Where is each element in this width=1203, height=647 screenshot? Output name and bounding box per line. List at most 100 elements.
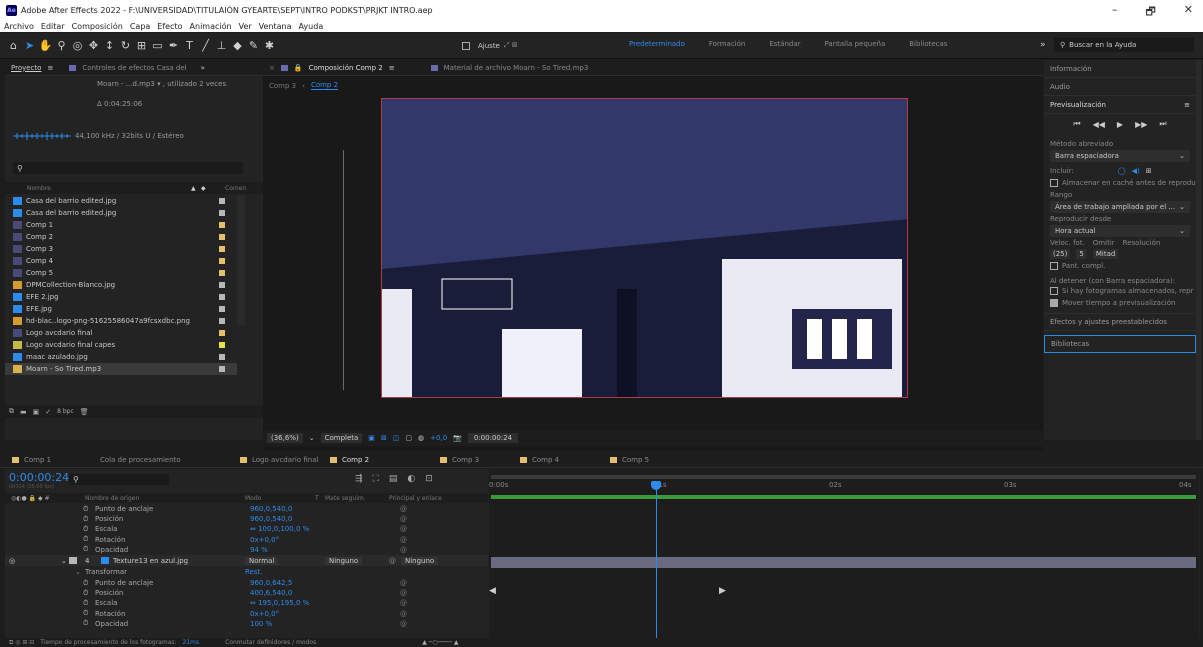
audio-panel-header[interactable]: Audio [1044, 78, 1196, 96]
composition-tab[interactable]: Composición Comp 2 [309, 64, 383, 72]
property-value[interactable]: 400,6,540,0 [250, 589, 292, 597]
exposure-value[interactable]: +0,0 [430, 434, 447, 442]
first-frame-icon[interactable]: ⏮ [1073, 119, 1080, 129]
shortcut-dropdown[interactable]: Barra espaciadora ⌄ [1050, 150, 1190, 162]
channel-icon[interactable]: ◍ [418, 434, 424, 442]
breadcrumb-current[interactable]: Comp 2 [310, 81, 339, 90]
project-scrollbar[interactable] [237, 195, 245, 325]
col-t[interactable]: T [315, 495, 319, 502]
keyframe-prev-icon[interactable]: ◀ [489, 586, 496, 596]
puppet-tool-icon[interactable]: ✱ [262, 39, 277, 52]
status-icons[interactable]: ⧉ ◎ ⊞ ⊟ [9, 639, 34, 647]
layer-name[interactable]: Texture13 en azul.jpg [113, 557, 188, 565]
timeline-tab[interactable]: Comp 1 [12, 456, 51, 464]
workspace-predeterminado[interactable]: Predeterminado [629, 40, 685, 48]
menu-editar[interactable]: Editar [41, 22, 65, 31]
fps-dropdown[interactable]: (25) [1050, 249, 1071, 259]
menu-animacion[interactable]: Animación [190, 22, 232, 31]
workspace-formacion[interactable]: Formación [709, 40, 745, 48]
col-parent[interactable]: Principal y enlace [389, 495, 442, 502]
label-color-chip[interactable] [219, 354, 225, 360]
region-icon[interactable]: ▢ [405, 434, 412, 442]
timeline-tab[interactable]: Logo avcdario final [240, 456, 318, 464]
new-folder-icon[interactable]: ▬ [20, 408, 27, 416]
include-audio-icon[interactable]: ◀) [1132, 167, 1140, 175]
property-value[interactable]: 960,0,642,5 [250, 579, 292, 587]
expand-icon[interactable]: ⌄ [61, 557, 67, 565]
label-color-chip[interactable] [219, 258, 225, 264]
expression-pickwhip-icon[interactable]: @ [400, 579, 407, 587]
label-color-chip[interactable] [219, 306, 225, 312]
expression-pickwhip-icon[interactable]: @ [400, 536, 407, 544]
pan-tool-icon[interactable]: ✥ [86, 39, 101, 52]
expression-pickwhip-icon[interactable]: @ [400, 515, 407, 523]
pan-behind-tool-icon[interactable]: ⊞ [134, 39, 149, 52]
transform-expand-icon[interactable]: ⌄ [75, 568, 81, 576]
transform-group[interactable]: ⌄ Transformar Rest. [5, 567, 488, 577]
snapshot-icon[interactable]: 📷 [453, 434, 462, 442]
workspace-pantalla-pequena[interactable]: Pantalla pequeña [825, 40, 886, 48]
workspace-bibliotecas[interactable]: Bibliotecas [909, 40, 947, 48]
expression-pickwhip-icon[interactable]: @ [400, 610, 407, 618]
property-row[interactable]: ⏱ Opacidad 94 % @ [5, 545, 488, 555]
project-search[interactable]: ⚲ [13, 162, 243, 174]
graph-editor-icon[interactable]: ⊡ [425, 474, 433, 484]
project-item[interactable]: EFE.jpg [5, 303, 237, 315]
breadcrumb-prev[interactable]: Comp 3 [269, 82, 296, 90]
fullscreen-row[interactable]: Pant. compl. [1044, 259, 1196, 273]
include-overlay-icon[interactable]: ⊞ [1146, 167, 1152, 175]
property-row[interactable]: ⏱ Escala ⇔ 195,0,195,0 % @ [5, 598, 488, 608]
expression-pickwhip-icon[interactable]: @ [400, 620, 407, 628]
project-tab[interactable]: Proyecto [11, 64, 41, 72]
move-time-row[interactable]: Mover tiempo a previsualización [1044, 297, 1196, 309]
project-item[interactable]: maac azulado.jpg [5, 351, 237, 363]
label-color-chip[interactable] [219, 318, 225, 324]
bpc-label[interactable]: 8 bpc [57, 408, 74, 415]
col-name[interactable]: Nombre [27, 185, 51, 192]
col-comment[interactable]: Comen [225, 185, 246, 192]
project-menu-icon[interactable]: ≡ [47, 64, 53, 72]
col-source-name[interactable]: Nombre de origen [85, 495, 139, 502]
project-item[interactable]: hd-blac..logo-png-51625586047a9fcsxdbc.p… [5, 315, 237, 327]
col-mode[interactable]: Modo [245, 495, 261, 502]
property-row[interactable]: ⏱ Rotación 0x+0,0° @ [5, 609, 488, 619]
include-video-icon[interactable]: ◯ [1118, 167, 1126, 175]
label-color-chip[interactable] [219, 366, 225, 372]
cached-row[interactable]: Si hay fotogramas almacenados, repr [1044, 285, 1196, 297]
effects-presets-header[interactable]: Efectos y ajustes preestablecidos [1044, 313, 1196, 331]
roto-tool-icon[interactable]: ✎ [246, 39, 261, 52]
project-item[interactable]: EFE 2.jpg [5, 291, 237, 303]
time-ruler[interactable]: 0:00s01s02s03s04s [489, 481, 1199, 493]
panel-more-button[interactable]: » [201, 64, 205, 72]
resolution-preview-dropdown[interactable]: Mitad [1092, 249, 1119, 259]
project-item[interactable]: Comp 4 [5, 255, 237, 267]
label-color-chip[interactable] [219, 342, 225, 348]
prev-frame-icon[interactable]: ◀◀ [1093, 120, 1105, 129]
workspace-estandar[interactable]: Estándar [769, 40, 800, 48]
label-color-chip[interactable] [219, 294, 225, 300]
menu-composicion[interactable]: Composición [72, 22, 123, 31]
menu-archivo[interactable]: Archivo [4, 22, 34, 31]
expression-pickwhip-icon[interactable]: @ [400, 589, 407, 597]
rotate-tool-icon[interactable]: ↻ [118, 39, 133, 52]
preview-panel-header[interactable]: Previsualización ≡ [1044, 96, 1196, 114]
project-item[interactable]: DPMCollection-Blanco.jpg [5, 279, 237, 291]
last-frame-icon[interactable]: ⏭ [1159, 119, 1166, 129]
frame-blending-icon[interactable]: ▤ [389, 474, 398, 484]
property-row[interactable]: ⏱ Escala ⇔ 100,0,100,0 % @ [5, 524, 488, 534]
zoom-tool-icon[interactable]: ⚲ [54, 39, 69, 52]
property-value[interactable]: 0x+0,0° [250, 610, 279, 618]
help-search[interactable]: ⚲ Buscar en la Ayuda [1054, 38, 1194, 52]
project-item[interactable]: Casa del barrio edited.jpg [5, 195, 237, 207]
property-row[interactable]: ⏱ Opacidad 100 % @ [5, 619, 488, 629]
composition-viewer[interactable] [381, 98, 908, 398]
interpret-footage-icon[interactable]: ⧉ [9, 407, 14, 416]
property-value[interactable]: ⇔ 195,0,195,0 % [250, 599, 309, 607]
text-tool-icon[interactable]: T [182, 39, 197, 52]
av-switches-icon[interactable]: ◎◐● 🔒 ◆ # [11, 495, 50, 502]
comp-menu-icon[interactable]: ≡ [389, 64, 395, 72]
project-settings-icon[interactable]: ✓ [45, 408, 51, 416]
project-item[interactable]: Comp 3 [5, 243, 237, 255]
delete-icon[interactable]: 🗑 [80, 408, 89, 416]
property-value[interactable]: 960,0,540,0 [250, 505, 292, 513]
